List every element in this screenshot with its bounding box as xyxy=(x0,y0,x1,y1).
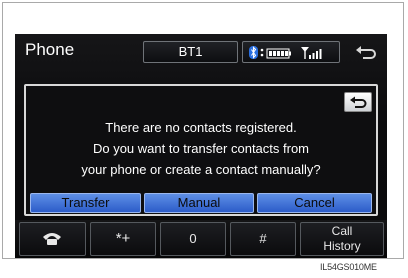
phone-handset-icon xyxy=(43,233,61,245)
device-name-button[interactable]: BT1 xyxy=(143,41,238,63)
call-history-label-line1: Call xyxy=(331,224,353,238)
transfer-button[interactable]: Transfer xyxy=(30,193,141,213)
key-label: *+ xyxy=(115,230,131,247)
zero-key[interactable]: 0 xyxy=(160,222,226,256)
hash-key[interactable]: # xyxy=(230,222,296,256)
connection-status xyxy=(242,41,340,63)
star-plus-key[interactable]: *+ xyxy=(90,222,156,256)
dialog-message: There are no contacts registered. Do you… xyxy=(26,117,376,180)
back-arrow-icon xyxy=(356,46,376,59)
key-label: 0 xyxy=(189,231,197,246)
dot-separator-icon xyxy=(260,48,264,57)
key-label: # xyxy=(259,231,267,246)
call-history-label-line2: History xyxy=(323,239,361,253)
dialog-back-button[interactable] xyxy=(344,92,372,112)
message-line: your phone or create a contact manually? xyxy=(81,162,321,177)
signal-icon xyxy=(301,47,322,59)
phone-button[interactable] xyxy=(19,222,86,256)
no-contacts-dialog: There are no contacts registered. Do you… xyxy=(24,84,378,216)
bottom-keypad-bar: *+ 0 # Call History xyxy=(15,220,387,258)
battery-icon xyxy=(266,48,291,59)
figure-code: IL54GS010ME xyxy=(320,262,377,272)
back-button[interactable] xyxy=(351,41,381,63)
message-line: There are no contacts registered. xyxy=(105,120,297,135)
bluetooth-icon xyxy=(249,46,258,59)
back-arrow-icon xyxy=(350,96,367,108)
message-line: Do you want to transfer contacts from xyxy=(92,141,310,156)
manual-button[interactable]: Manual xyxy=(144,193,254,213)
call-history-button[interactable]: Call History xyxy=(300,222,384,256)
phone-screen: Phone BT1 There are no contacts register… xyxy=(15,34,387,258)
page-title: Phone xyxy=(25,40,75,59)
cancel-button[interactable]: Cancel xyxy=(257,193,372,213)
